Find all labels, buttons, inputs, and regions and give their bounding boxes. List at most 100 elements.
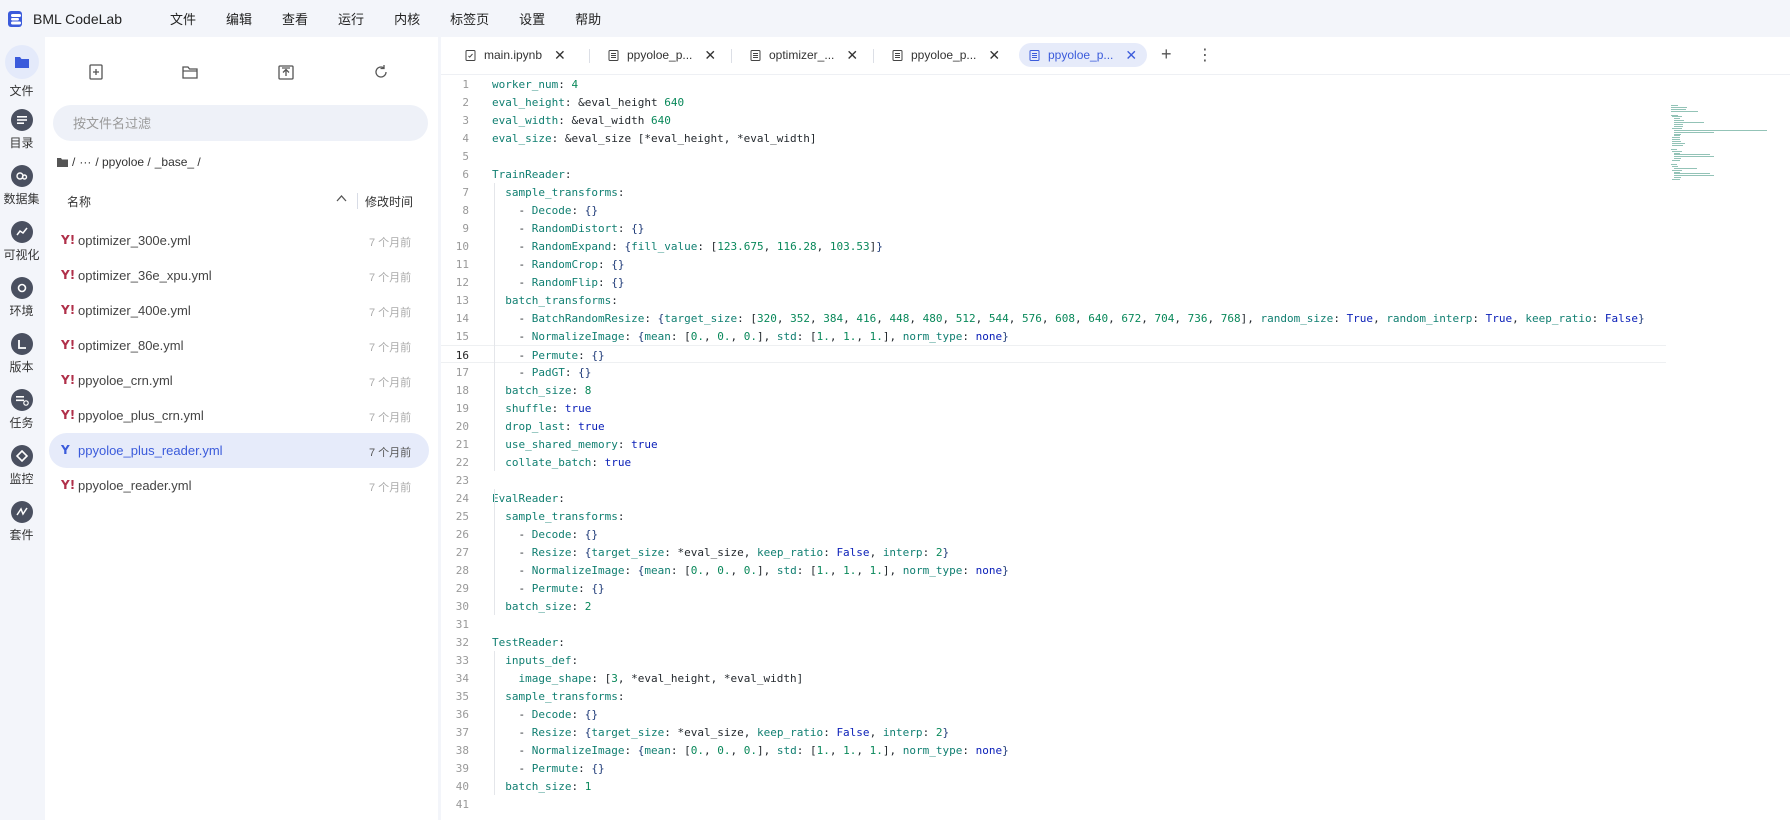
- close-icon[interactable]: ✕: [846, 47, 858, 64]
- folder-icon[interactable]: [57, 157, 68, 167]
- activity-monitor[interactable]: 监控: [0, 445, 43, 487]
- code-line[interactable]: 16 - Permute: {}: [441, 345, 1666, 363]
- code-line[interactable]: 31: [441, 615, 1666, 633]
- tab-ppyoloe-1[interactable]: ppyoloe_p... ✕: [608, 43, 716, 67]
- code-line[interactable]: 24 EvalReader:: [441, 489, 1666, 507]
- menu-file[interactable]: 文件: [170, 9, 196, 28]
- upload-icon[interactable]: [277, 63, 295, 81]
- code-line[interactable]: 2 eval_height: &eval_height 640: [441, 93, 1666, 111]
- code-line[interactable]: 28 - NormalizeImage: {mean: [0., 0., 0.]…: [441, 561, 1666, 579]
- breadcrumb-root[interactable]: /: [72, 155, 75, 169]
- code-line[interactable]: 17 - PadGT: {}: [441, 363, 1666, 381]
- code-line[interactable]: 6 TrainReader:: [441, 165, 1666, 183]
- new-folder-icon[interactable]: [181, 63, 199, 81]
- new-file-icon[interactable]: [87, 63, 105, 81]
- file-row[interactable]: Y! optimizer_300e.yml 7 个月前: [45, 223, 438, 258]
- file-row-selected[interactable]: Y ppyoloe_plus_reader.yml 7 个月前: [45, 433, 438, 468]
- tab-main-ipynb[interactable]: main.ipynb ✕: [465, 43, 566, 67]
- code-line[interactable]: 18 batch_size: 8: [441, 381, 1666, 399]
- code-line[interactable]: 26 - Decode: {}: [441, 525, 1666, 543]
- minimap[interactable]: [1671, 105, 1781, 185]
- code-line[interactable]: 25 sample_transforms:: [441, 507, 1666, 525]
- breadcrumb-ellipsis[interactable]: ···: [79, 155, 91, 169]
- column-modified[interactable]: 修改时间: [365, 193, 413, 210]
- code-line[interactable]: 29 - Permute: {}: [441, 579, 1666, 597]
- code-line[interactable]: 9 - RandomDistort: {}: [441, 219, 1666, 237]
- code-line[interactable]: 7 sample_transforms:: [441, 183, 1666, 201]
- code-line[interactable]: 38 - NormalizeImage: {mean: [0., 0., 0.]…: [441, 741, 1666, 759]
- code-editor[interactable]: 1 worker_num: 4 2 eval_height: &eval_height…: [441, 75, 1790, 820]
- more-options-icon[interactable]: ⋮: [1197, 45, 1213, 65]
- minimap-line: [1673, 133, 1681, 135]
- add-tab-icon[interactable]: +: [1161, 44, 1172, 65]
- code-line[interactable]: 35 sample_transforms:: [441, 687, 1666, 705]
- file-row[interactable]: Y! ppyoloe_crn.yml 7 个月前: [45, 363, 438, 398]
- close-icon[interactable]: ✕: [988, 47, 1000, 64]
- code-line[interactable]: 32 TestReader:: [441, 633, 1666, 651]
- menu-settings[interactable]: 设置: [519, 9, 545, 28]
- activity-outline[interactable]: 目录: [0, 109, 43, 151]
- column-name[interactable]: 名称: [67, 193, 91, 210]
- activity-dataset[interactable]: 数据集: [0, 165, 43, 207]
- code-line[interactable]: 34 image_shape: [3, *eval_height, *eval_…: [441, 669, 1666, 687]
- code-line[interactable]: 4 eval_size: &eval_size [*eval_height, *e…: [441, 129, 1666, 147]
- code-line[interactable]: 13 batch_transforms:: [441, 291, 1666, 309]
- code-line[interactable]: 12 - RandomFlip: {}: [441, 273, 1666, 291]
- menu-edit[interactable]: 编辑: [226, 9, 252, 28]
- code-line[interactable]: 5: [441, 147, 1666, 165]
- code-line[interactable]: 33 inputs_def:: [441, 651, 1666, 669]
- code-line[interactable]: 41: [441, 795, 1666, 813]
- tab-optimizer[interactable]: optimizer_... ✕: [750, 43, 858, 67]
- code-line[interactable]: 30 batch_size: 2: [441, 597, 1666, 615]
- code-line[interactable]: 39 - Permute: {}: [441, 759, 1666, 777]
- refresh-icon[interactable]: [372, 63, 390, 81]
- code-line[interactable]: 1 worker_num: 4: [441, 75, 1666, 93]
- activity-suite[interactable]: 套件: [0, 501, 43, 543]
- line-number: 20: [455, 420, 469, 433]
- file-row[interactable]: Y! ppyoloe_reader.yml 7 个月前: [45, 468, 438, 503]
- code-line[interactable]: 19 shuffle: true: [441, 399, 1666, 417]
- close-icon[interactable]: ✕: [704, 47, 716, 64]
- menu-help[interactable]: 帮助: [575, 9, 601, 28]
- breadcrumb-ppyoloe[interactable]: / ppyoloe /: [95, 155, 150, 169]
- code-line[interactable]: 14 - BatchRandomResize: {target_size: [3…: [441, 309, 1666, 327]
- code-line[interactable]: 40 batch_size: 1: [441, 777, 1666, 795]
- code-line[interactable]: 8 - Decode: {}: [441, 201, 1666, 219]
- code-line[interactable]: 15 - NormalizeImage: {mean: [0., 0., 0.]…: [441, 327, 1666, 345]
- tab-ppyoloe-active[interactable]: ppyoloe_p... ✕: [1019, 43, 1148, 67]
- file-row[interactable]: Y! ppyoloe_plus_crn.yml 7 个月前: [45, 398, 438, 433]
- file-filter-input[interactable]: [53, 105, 428, 141]
- activity-files[interactable]: 文件: [0, 45, 43, 99]
- close-icon[interactable]: ✕: [1125, 47, 1137, 64]
- menu-run[interactable]: 运行: [338, 9, 364, 28]
- menu-kernel[interactable]: 内核: [394, 9, 420, 28]
- code-line[interactable]: 3 eval_width: &eval_width 640: [441, 111, 1666, 129]
- tab-ppyoloe-2[interactable]: ppyoloe_p... ✕: [892, 43, 1000, 67]
- code-line[interactable]: 11 - RandomCrop: {}: [441, 255, 1666, 273]
- file-row[interactable]: Y! optimizer_400e.yml 7 个月前: [45, 293, 438, 328]
- code-line[interactable]: 36 - Decode: {}: [441, 705, 1666, 723]
- yaml-file-icon: Y!: [61, 373, 76, 387]
- sort-ascending-icon[interactable]: [336, 195, 347, 202]
- file-modified: 7 个月前: [369, 307, 412, 319]
- column-divider[interactable]: [357, 193, 358, 209]
- code-line[interactable]: 21 use_shared_memory: true: [441, 435, 1666, 453]
- menu-view[interactable]: 查看: [282, 9, 308, 28]
- breadcrumb-base[interactable]: _base_ /: [155, 155, 201, 169]
- line-number: 30: [455, 600, 469, 613]
- code-line[interactable]: 20 drop_last: true: [441, 417, 1666, 435]
- code-line[interactable]: 22 collate_batch: true: [441, 453, 1666, 471]
- activity-version[interactable]: 版本: [0, 333, 43, 375]
- code-line[interactable]: 10 - RandomExpand: {fill_value: [123.675…: [441, 237, 1666, 255]
- file-row[interactable]: Y! optimizer_36e_xpu.yml 7 个月前: [45, 258, 438, 293]
- code-line[interactable]: 37 - Resize: {target_size: *eval_size, k…: [441, 723, 1666, 741]
- file-row[interactable]: Y! optimizer_80e.yml 7 个月前: [45, 328, 438, 363]
- menu-tabs[interactable]: 标签页: [450, 9, 489, 28]
- code-line[interactable]: 23: [441, 471, 1666, 489]
- activity-task[interactable]: 任务: [0, 389, 43, 431]
- activity-visualization[interactable]: 可视化: [0, 221, 43, 263]
- activity-environment[interactable]: 环境: [0, 277, 43, 319]
- code-line[interactable]: 27 - Resize: {target_size: *eval_size, k…: [441, 543, 1666, 561]
- line-number: 22: [455, 456, 469, 469]
- close-icon[interactable]: ✕: [554, 47, 566, 64]
